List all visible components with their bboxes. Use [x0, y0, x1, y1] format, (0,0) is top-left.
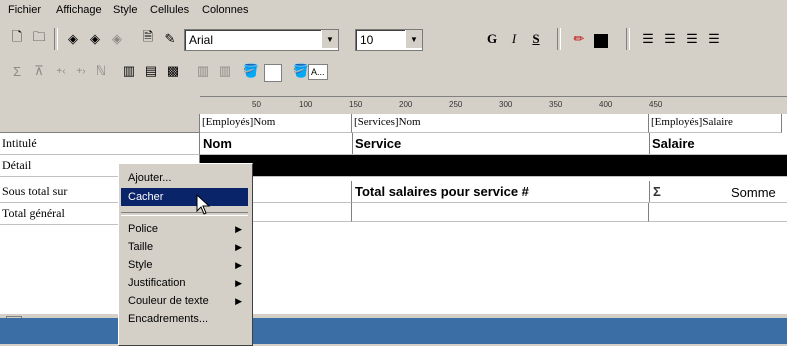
italic-button[interactable]: I — [503, 28, 525, 50]
sigma-icon[interactable]: Σ — [6, 60, 28, 82]
chevron-down-icon[interactable]: ▼ — [321, 30, 338, 48]
menu-item-label: Police — [128, 223, 158, 235]
submenu-arrow-icon: ▶ — [235, 296, 242, 306]
justify-icon[interactable]: ☰ — [703, 28, 725, 50]
underline-button[interactable]: S — [525, 28, 547, 50]
column-header-employes-salaire[interactable]: [Employés]Salaire — [649, 114, 782, 133]
tool-icon-2[interactable]: ◈ — [84, 28, 106, 50]
submenu-arrow-icon: ▶ — [235, 278, 242, 288]
menu-item-ajouter[interactable]: Ajouter... — [121, 169, 248, 187]
menu-separator — [121, 212, 248, 216]
row-label-intitule[interactable]: Intitulé — [0, 133, 200, 155]
row-icon[interactable]: ▤ — [140, 60, 162, 82]
cell-intitule-service[interactable]: Service — [352, 133, 650, 155]
ruler-label: 300 — [499, 100, 513, 109]
text-color-icon[interactable]: ✏ — [568, 28, 590, 50]
ruler-label: 200 — [399, 100, 413, 109]
corner-cell — [0, 114, 200, 133]
cell-sous-total-service[interactable]: Total salaires pour service # — [352, 181, 650, 203]
size-value: 10 — [360, 33, 374, 47]
menu-item-taille[interactable]: Taille ▶ — [121, 238, 248, 256]
submenu-arrow-icon: ▶ — [235, 260, 242, 270]
toolbar-separator — [626, 28, 630, 50]
size-select[interactable]: 10 ▼ — [355, 29, 423, 51]
open-folder-icon[interactable]: 🗀 — [28, 28, 50, 50]
align-center-icon[interactable]: ☰ — [659, 28, 681, 50]
ruler-label: 400 — [599, 100, 613, 109]
cell-total-salaire[interactable] — [649, 203, 787, 222]
color-swatch[interactable] — [594, 34, 608, 48]
menu-item-couleur-de-texte[interactable]: Couleur de texte ▶ — [121, 292, 248, 310]
report-toolbar: Σ ⊼ +‹ +› ℕ ▥ ▤ ▩ ▥ ▥ 🪣 🪣 A... — [0, 58, 787, 88]
aggregate-somme: Somme — [731, 185, 776, 200]
cell-intitule-salaire[interactable]: Salaire — [649, 133, 787, 155]
ruler-label: 350 — [549, 100, 563, 109]
average-icon[interactable]: ⊼ — [28, 60, 50, 82]
align-left-icon[interactable]: ☰ — [637, 28, 659, 50]
menu-item-style[interactable]: Style ▶ — [121, 256, 248, 274]
font-select[interactable]: Arial ▼ — [184, 29, 339, 51]
ruler-label: 250 — [449, 100, 463, 109]
fill-swatch[interactable] — [264, 64, 282, 82]
menu-item-encadrements[interactable]: Encadrements... — [121, 310, 248, 328]
menu-style[interactable]: Style — [113, 4, 137, 16]
menu-bar: Fichier Affichage Style Cellules Colonne… — [0, 0, 787, 22]
insert-column-icon[interactable]: ▥ — [192, 60, 214, 82]
print-preview-icon[interactable]: 🗎 — [137, 28, 159, 50]
menu-item-label: Style — [128, 259, 153, 271]
menu-fichier[interactable]: Fichier — [8, 4, 41, 16]
ruler-label: 450 — [649, 100, 663, 109]
ruler-label: 100 — [299, 100, 313, 109]
menu-cellules[interactable]: Cellules — [150, 4, 189, 16]
fill-color-icon[interactable]: 🪣 — [240, 60, 262, 82]
menu-affichage[interactable]: Affichage — [56, 4, 102, 16]
min-icon[interactable]: +‹ — [50, 60, 72, 82]
submenu-arrow-icon: ▶ — [235, 242, 242, 252]
mouse-cursor-icon — [196, 194, 211, 215]
sigma-icon: Σ — [653, 184, 661, 199]
cell-intitule-nom[interactable]: Nom — [200, 133, 353, 155]
submenu-arrow-icon: ▶ — [235, 224, 242, 234]
column-icon[interactable]: ▥ — [118, 60, 140, 82]
menu-item-cacher[interactable]: Cacher — [121, 188, 248, 206]
tool-icon-1[interactable]: ◈ — [62, 28, 84, 50]
font-value: Arial — [189, 33, 214, 47]
align-right-icon[interactable]: ☰ — [681, 28, 703, 50]
text-style-button[interactable]: A... — [308, 64, 328, 80]
context-menu: Ajouter... Cacher Police ▶ Taille ▶ Style ▶… — [118, 163, 253, 346]
menu-item-police[interactable]: Police ▶ — [121, 220, 248, 238]
max-icon[interactable]: +› — [70, 60, 92, 82]
delete-column-icon[interactable]: ▥ — [214, 60, 236, 82]
edit-icon[interactable]: ✎ — [159, 28, 181, 50]
menu-item-label: Justification — [128, 277, 186, 289]
toolbar-separator — [54, 28, 58, 50]
menu-item-label: Taille — [128, 241, 154, 253]
column-header-employes-nom[interactable]: [Employés]Nom — [200, 114, 352, 133]
ruler-label: 50 — [252, 100, 261, 109]
tool-icon-3[interactable]: ◈ — [106, 28, 128, 50]
cell-total-service[interactable] — [352, 203, 649, 222]
count-icon[interactable]: ℕ — [90, 60, 112, 82]
cell-sous-total-salaire[interactable]: Σ Somme — [649, 181, 787, 203]
ruler-label: 150 — [349, 100, 363, 109]
menu-item-label: Couleur de texte — [128, 295, 209, 307]
menu-colonnes[interactable]: Colonnes — [202, 4, 248, 16]
bold-button[interactable]: G — [481, 28, 503, 50]
detail-row-selected[interactable] — [200, 155, 787, 177]
chevron-down-icon[interactable]: ▼ — [405, 30, 422, 48]
pattern-icon[interactable]: ▩ — [162, 60, 184, 82]
new-document-icon[interactable]: 🗋 — [6, 28, 28, 50]
ruler: 50 100 150 200 250 300 350 400 450 — [200, 96, 787, 115]
toolbar-separator — [557, 28, 561, 50]
column-header-services-nom[interactable]: [Services]Nom — [352, 114, 649, 133]
formatting-toolbar: 🗋 🗀 ◈ ◈ ◈ 🗎 ✎ Arial ▼ 10 ▼ G I S ✏ ☰ ☰ ☰… — [0, 24, 787, 54]
menu-item-justification[interactable]: Justification ▶ — [121, 274, 248, 292]
